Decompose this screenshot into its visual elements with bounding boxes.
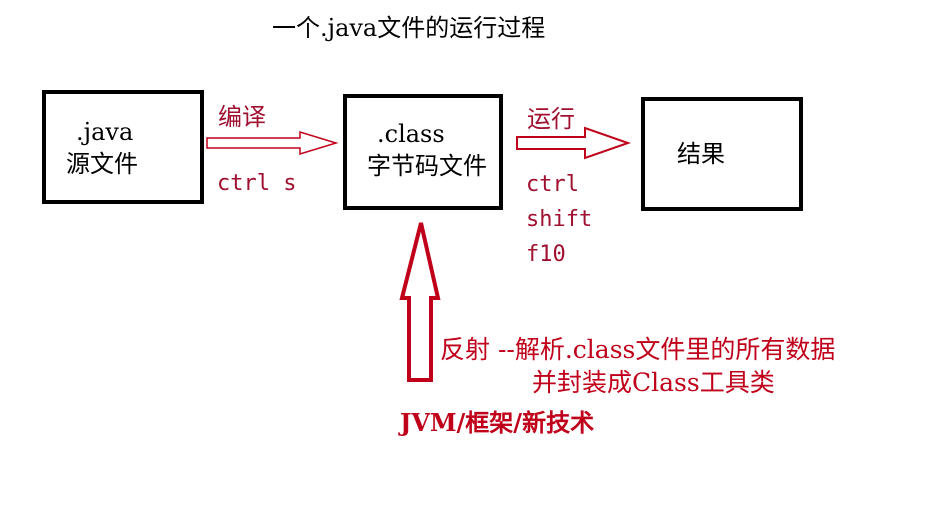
run-shortcut-line2: shift (526, 207, 593, 232)
diagram-canvas: { "title": "一个.java文件的运行过程", "boxes": { … (0, 0, 926, 520)
run-shortcut-line1: ctrl (526, 172, 579, 197)
reflection-footer: JVM/框架/新技术 (400, 408, 595, 437)
reflection-line2: 并封装成Class工具类 (532, 368, 775, 397)
compile-arrow (206, 130, 339, 156)
compile-shortcut: ctrl s (217, 171, 297, 196)
run-label: 运行 (527, 105, 575, 133)
compile-label: 编译 (218, 103, 266, 131)
arrows-layer (206, 126, 632, 382)
reflection-line1: 反射 --解析.class文件里的所有数据 (440, 335, 836, 364)
reflection-up-arrow (399, 222, 441, 382)
run-shortcut-line3: f10 (526, 242, 566, 267)
